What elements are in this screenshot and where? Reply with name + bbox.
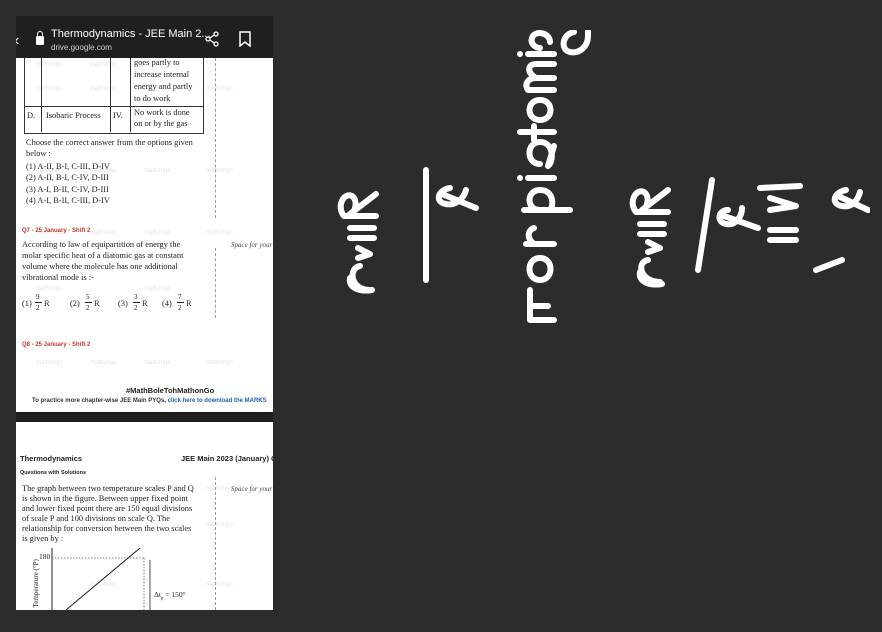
pdf-page-2[interactable]: mathongo mathongo mathongo mathongo math… [16,422,273,610]
graph-delta-label: Δtp = 150° [154,590,186,605]
graph-delta-symbol: Δt [154,590,161,599]
watermark: mathongo [206,486,233,492]
question-text: and lower fixed point there are 150 equa… [22,504,193,513]
question-text: is given by : [22,534,64,543]
question-text: Choose the correct answer from the optio… [26,138,193,147]
unit: R [142,299,148,308]
process-desc: on or by the gas [134,119,188,128]
lock-icon [36,31,44,45]
page-header-right: JEE Main 2023 (January) C [181,454,273,463]
document-title: Thermodynamics - JEE Main 2... [51,28,211,40]
row-letter: D. [27,111,36,120]
question-tag: Q8 - 25 January - Shift 2 [22,342,91,348]
option-label: (2) [70,299,80,308]
unit: R [44,299,50,308]
table-cell-text: increase internal [134,70,190,79]
q7-options: (1) 9 2 R (2) 5 2 R (3) 3 2 R (4) 7 2 R [22,290,212,320]
handwritten-note [330,150,500,310]
practice-line: To practice more chapter-wise JEE Main P… [32,398,267,404]
table-cell-text: to do work [134,94,171,103]
table-cell-text: energy and partly [134,82,193,91]
fraction-den: 2 [36,304,40,312]
fraction-den: 2 [86,304,90,312]
handwriting-for-diatomic-gas [517,23,591,323]
space-label: Space for your [231,485,273,493]
handwriting-cv-formula [337,167,479,294]
handwritten-note [620,150,871,310]
bookmark-icon[interactable] [238,31,252,47]
fraction-num: 9 [36,293,40,301]
process-desc: No work is done [134,108,190,117]
unit: R [94,299,100,308]
question-text: The graph between two temperature scales… [22,484,194,493]
column-divider [215,58,216,218]
question-text: molar specific heat of a diatomic gas at… [22,251,184,260]
graph-delta-value: = 150° [163,590,186,599]
question-text: below : [26,149,51,158]
handwriting-cv-seven-half [629,177,871,288]
option-3: (3) A-I, B-II, C-IV, D-III [26,185,109,194]
back-icon[interactable]: ‹ [16,32,19,50]
watermark: mathongo [144,360,171,366]
watermark: mathongo [206,522,233,528]
column-divider [215,248,216,318]
watermark: mathongo [36,360,63,366]
hashtag: #MathBoleTohMathonGo [126,386,215,395]
pdf-viewer: ‹ Thermodynamics - JEE Main 2... drive.g… [16,16,273,610]
option-1: (1) A-II, B-I, C-III, D-IV [26,162,110,171]
process-name: Isobaric Process [46,111,101,120]
option-label: (4) [162,299,172,308]
roman-numeral: IV. [113,111,123,120]
fraction-den: 2 [178,304,182,312]
fraction-den: 2 [134,304,138,312]
question-text: vibrational mode is :- [22,273,94,282]
unit: R [186,299,192,308]
column-divider [215,477,216,610]
browser-toolbar: ‹ Thermodynamics - JEE Main 2... drive.g… [16,16,273,58]
fraction-num: 3 [134,293,138,301]
question-text: of scale P and 100 divisions on scale Q.… [22,514,170,523]
option-label: (3) [118,299,128,308]
space-label: Space for your [231,241,273,249]
question-text: According to law of equipartition of ene… [22,240,181,249]
watermark: mathongo [144,230,171,236]
download-link[interactable]: click here to download the MARKS [168,398,267,404]
pdf-page-1[interactable]: mathongo mathongo mathongo mathongo math… [16,58,273,412]
watermark: mathongo [144,168,171,174]
option-2: (2) A-II, B-I, C-IV, D-III [26,173,109,182]
watermark: mathongo [206,582,233,588]
share-icon[interactable] [204,31,220,47]
graph-y-label: Temperature (°P) [31,559,40,608]
fraction-num: 5 [86,293,90,301]
page-header-left: Thermodynamics [20,454,83,463]
question-tag: Q7 - 25 January - Shift 2 [22,228,91,234]
watermark: mathongo [206,230,233,236]
question-text: volume where the molecule has one additi… [22,262,178,271]
fraction-num: 7 [178,293,182,301]
page-subheader: Questions with Solutions [20,470,86,476]
practice-text: To practice more chapter-wise JEE Main P… [32,398,166,404]
document-url: drive.google.com [51,43,112,52]
temperature-graph: 180 Temperature (°P) Δtp = 150° [26,548,206,610]
watermark: mathongo [206,360,233,366]
option-label: (1) [22,299,32,308]
question-text: is shown in the figure. Between upper fi… [22,494,188,503]
option-4: (4) A-I, B-II, C-III, D-IV [26,196,110,205]
handwritten-note [510,23,600,330]
question-text: relationship for conversion between the … [22,524,192,533]
watermark: mathongo [90,230,117,236]
watermark: mathongo [206,86,233,92]
watermark: mathongo [90,360,117,366]
watermark: mathongo [206,168,233,174]
table-cell-text: goes partly to [134,58,180,67]
